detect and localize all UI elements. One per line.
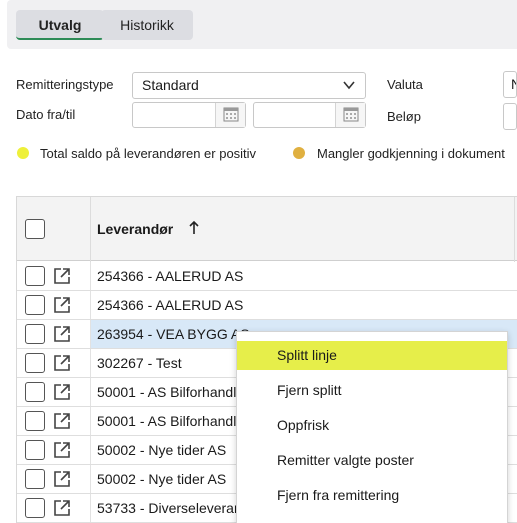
open-external-icon[interactable] xyxy=(53,499,71,517)
leverandor-cell: 254366 - AALERUD AS xyxy=(97,268,244,284)
row-checkbox[interactable] xyxy=(25,469,45,489)
row-checkbox[interactable] xyxy=(25,440,45,460)
calendar-icon[interactable] xyxy=(215,103,245,127)
open-external-icon[interactable] xyxy=(53,383,71,401)
row-checkbox[interactable] xyxy=(25,266,45,286)
leverandor-cell: 50001 - AS Bilforhandler xyxy=(97,384,249,400)
valuta-value: N xyxy=(511,76,516,92)
column-divider xyxy=(514,197,515,262)
leverandor-cell: 254366 - AALERUD AS xyxy=(97,297,244,313)
menu-item-remitter-valgte-poster[interactable]: Remitter valgte poster xyxy=(237,446,507,475)
leverandor-cell: 50002 - Nye tider AS xyxy=(97,471,227,487)
menu-item-fjern-fra-remittering[interactable]: Fjern fra remittering xyxy=(237,481,507,510)
column-divider xyxy=(90,378,91,406)
open-external-icon[interactable] xyxy=(53,412,71,430)
remitteringstype-label: Remitteringstype xyxy=(16,77,114,92)
dato-label: Dato fra/til xyxy=(16,107,76,122)
open-external-icon[interactable] xyxy=(53,296,71,314)
menu-item-oppfrisk[interactable]: Oppfrisk xyxy=(237,411,507,440)
column-header-leverandor[interactable]: Leverandør xyxy=(97,221,173,237)
row-checkbox[interactable] xyxy=(25,324,45,344)
remitteringstype-value: Standard xyxy=(142,77,199,93)
calendar-icon[interactable] xyxy=(335,103,365,127)
menu-item-splitt-linje[interactable]: Splitt linje xyxy=(237,341,507,370)
open-external-icon[interactable] xyxy=(53,441,71,459)
table-row[interactable]: 254366 - AALERUD AS xyxy=(17,291,517,320)
select-all-checkbox[interactable] xyxy=(25,219,45,239)
dato-til-field[interactable] xyxy=(253,102,366,128)
column-divider xyxy=(90,494,91,522)
column-divider xyxy=(90,436,91,464)
tab-bar: Utvalg Historikk xyxy=(7,0,517,49)
sort-ascending-icon[interactable] xyxy=(187,220,201,236)
leverandor-cell: 263954 - VEA BYGG AS xyxy=(97,326,250,342)
belop-label: Beløp xyxy=(387,109,421,124)
open-external-icon[interactable] xyxy=(53,470,71,488)
legend-positive-label: Total saldo på leverandøren er positiv xyxy=(40,146,257,161)
open-external-icon[interactable] xyxy=(53,354,71,372)
legend-mangler-label: Mangler godkjenning i dokument xyxy=(317,146,505,161)
leverandor-cell: 50002 - Nye tider AS xyxy=(97,442,227,458)
tab-historikk[interactable]: Historikk xyxy=(101,10,193,40)
context-menu: Splitt linje Fjern splitt Oppfrisk Remit… xyxy=(236,331,508,523)
dato-fra-field[interactable] xyxy=(132,102,246,128)
table-row[interactable]: 254366 - AALERUD AS xyxy=(17,262,517,291)
tab-utvalg[interactable]: Utvalg xyxy=(16,10,104,40)
row-checkbox[interactable] xyxy=(25,382,45,402)
belop-field[interactable] xyxy=(503,103,517,130)
open-external-icon[interactable] xyxy=(53,267,71,285)
valuta-select[interactable]: N xyxy=(503,71,517,98)
leverandor-cell: 50001 - AS Bilforhandler xyxy=(97,413,249,429)
row-checkbox[interactable] xyxy=(25,295,45,315)
column-divider xyxy=(90,262,91,290)
column-divider xyxy=(90,197,91,262)
valuta-label: Valuta xyxy=(387,77,423,92)
legend-dot-positive xyxy=(17,147,29,159)
leverandor-cell: 302267 - Test xyxy=(97,355,182,371)
column-divider xyxy=(90,407,91,435)
column-divider xyxy=(90,291,91,319)
menu-item-fjern-splitt[interactable]: Fjern splitt xyxy=(237,376,507,405)
grid-header: Leverandør xyxy=(17,196,517,262)
row-checkbox[interactable] xyxy=(25,353,45,373)
row-checkbox[interactable] xyxy=(25,498,45,518)
column-divider xyxy=(90,349,91,377)
column-divider xyxy=(90,465,91,493)
chevron-down-icon xyxy=(343,81,355,90)
legend-dot-mangler xyxy=(293,147,305,159)
open-external-icon[interactable] xyxy=(53,325,71,343)
remitteringstype-select[interactable]: Standard xyxy=(132,72,366,99)
row-checkbox[interactable] xyxy=(25,411,45,431)
